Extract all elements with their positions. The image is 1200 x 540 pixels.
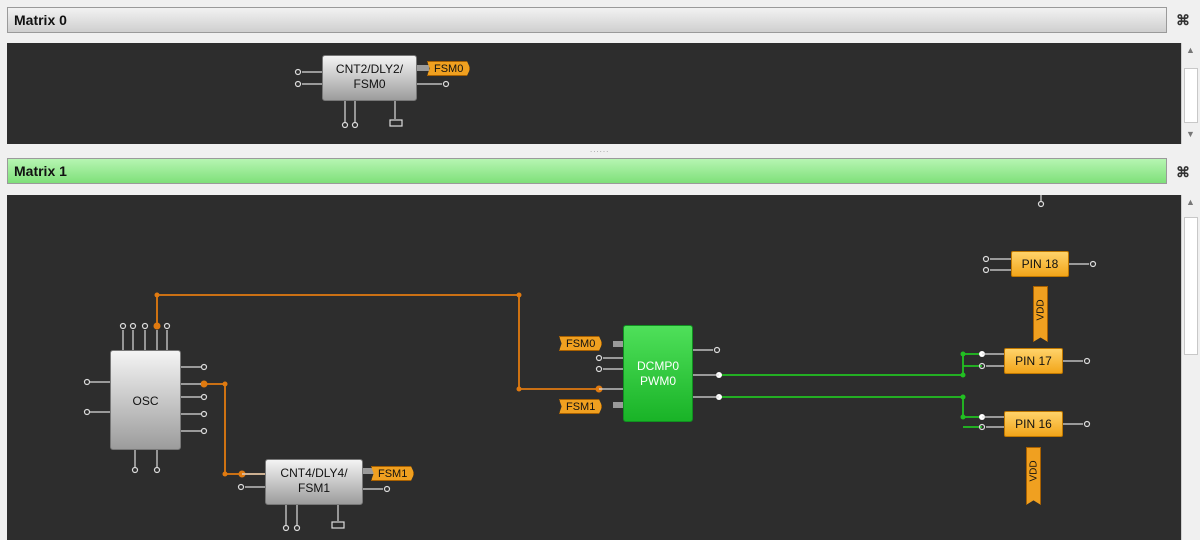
cnt4-label-line1: CNT4/DLY4/ [280, 466, 348, 480]
dcmp0-pwm0-block[interactable]: DCMP0 PWM0 [623, 325, 693, 422]
matrix1-scrollbar[interactable]: ▲ [1181, 195, 1200, 540]
vdd-label: VDD [1028, 460, 1040, 482]
fsm1-output-tag[interactable]: FSM1 [371, 466, 415, 481]
matrix0-scroll-thumb[interactable] [1184, 68, 1198, 123]
dcmp-label-line2: PWM0 [640, 374, 676, 388]
cnt2-dly2-fsm0-block[interactable]: CNT2/DLY2/ FSM0 [322, 55, 417, 101]
pin-16-block[interactable]: PIN 16 [1004, 411, 1063, 437]
matrix1-scroll-thumb[interactable] [1184, 217, 1198, 355]
matrix0-canvas[interactable]: CNT2/DLY2/ FSM0 FSM0 [7, 43, 1181, 144]
fsm1-input-tag[interactable]: FSM1 [559, 399, 603, 414]
fsm0-output-tag[interactable]: FSM0 [427, 61, 471, 76]
matrix0-title: Matrix 0 [14, 12, 67, 28]
scroll-up-arrow-icon[interactable]: ▲ [1186, 45, 1195, 55]
collapse-icon[interactable]: ⌘ [1174, 163, 1192, 181]
cnt2-label-line1: CNT2/DLY2/ [335, 62, 404, 76]
pin-18-block[interactable]: PIN 18 [1011, 251, 1069, 277]
pin-18-label: PIN 18 [1021, 257, 1059, 271]
fsm0-input-tag[interactable]: FSM0 [559, 336, 603, 351]
matrix0-scrollbar[interactable]: ▲ ▼ [1181, 43, 1200, 144]
pin-16-label: PIN 16 [1015, 417, 1052, 431]
scroll-up-arrow-icon[interactable]: ▲ [1186, 197, 1195, 207]
pin-17-label: PIN 17 [1015, 354, 1052, 368]
vdd-label: VDD [1035, 299, 1047, 321]
osc-block[interactable]: OSC [110, 350, 181, 450]
osc-label: OSC [132, 394, 159, 408]
matrix1-canvas[interactable]: OSC CNT4/DLY4/ FSM1 FSM1 DCMP0 PWM0 FSM0… [7, 195, 1181, 540]
matrix1-title: Matrix 1 [14, 163, 67, 179]
cnt4-label-line2: FSM1 [297, 481, 330, 495]
pin-17-block[interactable]: PIN 17 [1004, 348, 1063, 374]
matrix0-header[interactable]: Matrix 0 [7, 7, 1167, 33]
vdd-tag-pin18[interactable]: VDD [1033, 286, 1048, 342]
collapse-icon[interactable]: ⌘ [1174, 11, 1192, 29]
dcmp-label-line1: DCMP0 [636, 359, 679, 373]
pane-splitter[interactable]: ...... [590, 145, 609, 154]
cnt2-label-line2: FSM0 [353, 77, 386, 91]
vdd-tag-pin16[interactable]: VDD [1026, 447, 1041, 505]
scroll-down-arrow-icon[interactable]: ▼ [1186, 129, 1195, 139]
cnt4-dly4-fsm1-block[interactable]: CNT4/DLY4/ FSM1 [265, 459, 363, 505]
matrix0-wires [294, 65, 450, 129]
matrix1-header[interactable]: Matrix 1 [7, 158, 1167, 184]
